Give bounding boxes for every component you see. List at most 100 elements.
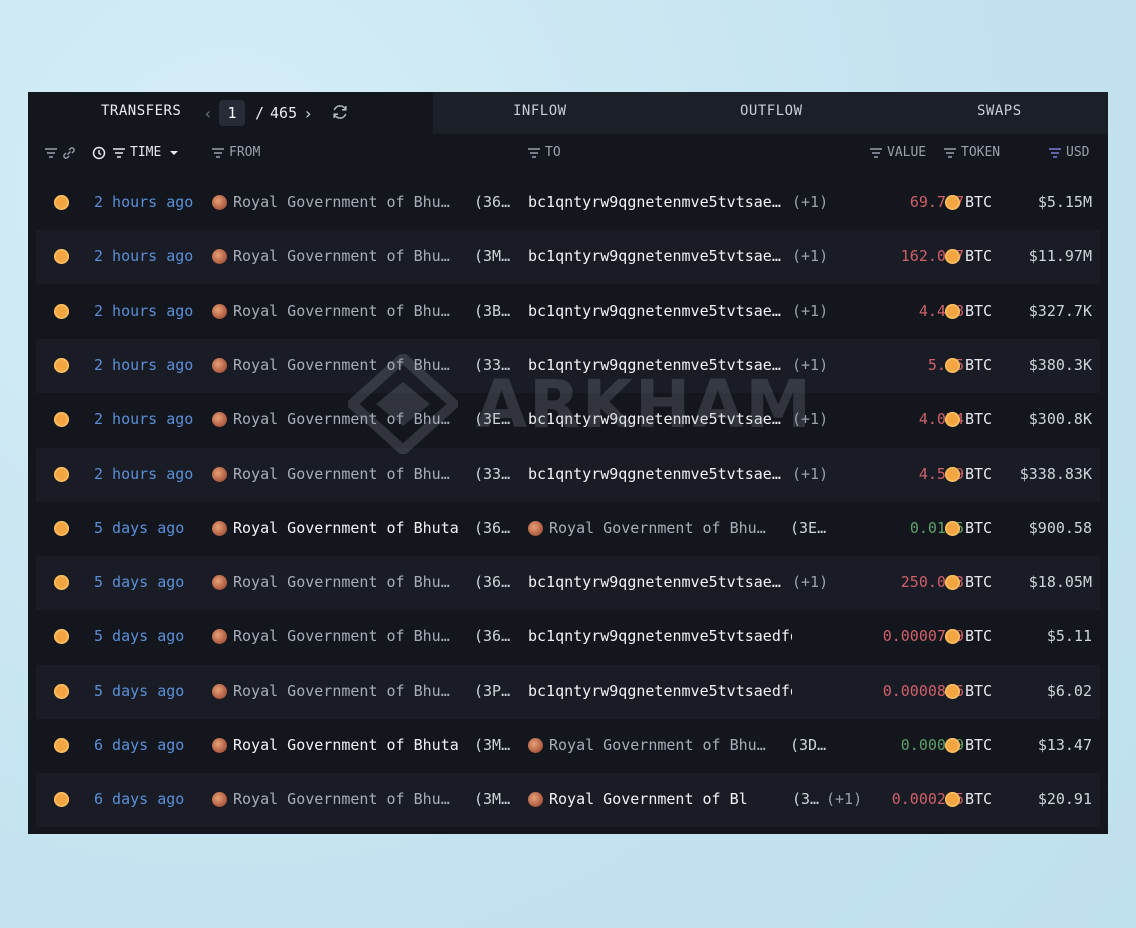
row-to-plus[interactable]: (+1)	[792, 556, 828, 610]
table-row[interactable]: 2 hours ago Royal Government of Bhu… (33… b…	[36, 338, 1100, 393]
row-from-address[interactable]: (3M…	[474, 719, 518, 773]
row-to-plus[interactable]: (+1)	[826, 773, 862, 827]
table-row[interactable]: 6 days ago Royal Government of Bhuta (3M… R…	[36, 719, 1100, 773]
row-to-address[interactable]: bc1qntyrw9qgnetenmve5tvtsae…	[528, 230, 792, 284]
row-to-address[interactable]: (3E…	[790, 502, 834, 556]
row-token[interactable]: BTC	[965, 285, 992, 339]
row-from-address[interactable]: (36…	[474, 176, 518, 230]
row-to-plus[interactable]: (+1)	[792, 393, 828, 447]
row-from-address[interactable]: (3M…	[474, 230, 518, 284]
row-time-link[interactable]: 5 days ago	[94, 502, 184, 556]
row-from-address[interactable]: (33…	[474, 339, 518, 393]
row-time-link[interactable]: 6 days ago	[94, 719, 184, 773]
row-to-address[interactable]: bc1qntyrw9qgnetenmve5tvtsaedfqr…	[528, 610, 792, 664]
header-to[interactable]: TO	[527, 134, 561, 172]
entity-avatar-icon	[212, 629, 227, 645]
row-time-link[interactable]: 2 hours ago	[94, 448, 193, 502]
row-to-address[interactable]: (3…	[792, 773, 822, 827]
row-token[interactable]: BTC	[965, 502, 992, 556]
row-from-address[interactable]: (3B…	[474, 285, 518, 339]
row-to-entity[interactable]: Royal Government of Bhu…	[549, 502, 777, 556]
row-token[interactable]: BTC	[965, 665, 992, 719]
row-token[interactable]: BTC	[965, 610, 992, 664]
row-from-entity[interactable]: Royal Government of Bhu…	[233, 230, 461, 284]
row-token[interactable]: BTC	[965, 339, 992, 393]
table-row[interactable]: 2 hours ago Royal Government of Bhu… (3M… b…	[36, 230, 1100, 285]
row-to-address[interactable]: bc1qntyrw9qgnetenmve5tvtsae…	[528, 448, 792, 502]
row-to-address[interactable]: bc1qntyrw9qgnetenmve5tvtsaedfqr…	[528, 665, 792, 719]
table-row[interactable]: 2 hours ago Royal Government of Bhu… (33… b…	[36, 447, 1100, 502]
row-to-address[interactable]: bc1qntyrw9qgnetenmve5tvtsae…	[528, 339, 792, 393]
header-usd[interactable]: USD	[1048, 134, 1089, 172]
row-time-link[interactable]: 2 hours ago	[94, 393, 193, 447]
row-to-address[interactable]: bc1qntyrw9qgnetenmve5tvtsae…	[528, 176, 792, 230]
chevron-right-icon[interactable]: ›	[301, 104, 315, 123]
tab-swaps[interactable]: SWAPS	[977, 92, 1022, 134]
header-chain-filter[interactable]	[44, 134, 76, 172]
tab-inflow[interactable]: INFLOW	[513, 92, 567, 134]
row-from-entity[interactable]: Royal Government of Bhu…	[233, 773, 461, 827]
row-to-entity[interactable]: Royal Government of Bl	[549, 773, 777, 827]
row-to-plus[interactable]: (+1)	[792, 448, 828, 502]
table-row[interactable]: 2 hours ago Royal Government of Bhu… (36… b…	[36, 176, 1100, 230]
tab-transfers[interactable]: TRANSFERS ‹ 1 / 465 ›	[28, 92, 433, 134]
row-to-address[interactable]: bc1qntyrw9qgnetenmve5tvtsae…	[528, 393, 792, 447]
table-row[interactable]: 5 days ago Royal Government of Bhuta (36… R…	[36, 502, 1100, 556]
row-time-link[interactable]: 2 hours ago	[94, 176, 193, 230]
row-to-address[interactable]: (3D…	[790, 719, 834, 773]
header-token[interactable]: TOKEN	[943, 134, 1000, 172]
header-from[interactable]: FROM	[211, 134, 260, 172]
row-from-entity[interactable]: Royal Government of Bhu…	[233, 285, 461, 339]
row-to-plus[interactable]: (+1)	[792, 285, 828, 339]
row-to-plus[interactable]: (+1)	[792, 176, 828, 230]
row-to-address[interactable]: bc1qntyrw9qgnetenmve5tvtsae…	[528, 285, 792, 339]
row-from-address[interactable]: (3M…	[474, 773, 518, 827]
header-time[interactable]: TIME	[92, 134, 179, 172]
row-from-address[interactable]: (3P…	[474, 665, 518, 719]
row-token[interactable]: BTC	[965, 719, 992, 773]
table-row[interactable]: 2 hours ago Royal Government of Bhu… (3B… b…	[36, 285, 1100, 339]
tab-outflow[interactable]: OUTFLOW	[740, 92, 803, 134]
row-time-link[interactable]: 6 days ago	[94, 773, 184, 827]
row-from-entity[interactable]: Royal Government of Bhu…	[233, 339, 461, 393]
row-from-entity[interactable]: Royal Government of Bhu…	[233, 448, 461, 502]
table-row[interactable]: 5 days ago Royal Government of Bhu… (36… bc…	[36, 610, 1100, 664]
row-token[interactable]: BTC	[965, 176, 992, 230]
row-from-address[interactable]: (3E…	[474, 393, 518, 447]
table-row[interactable]: 2 hours ago Royal Government of Bhu… (3E… b…	[36, 393, 1100, 447]
row-token[interactable]: BTC	[965, 230, 992, 284]
refresh-icon[interactable]	[331, 103, 349, 121]
row-to-plus[interactable]: (+1)	[792, 230, 828, 284]
row-from-entity[interactable]: Royal Government of Bhu…	[233, 176, 461, 230]
row-time-link[interactable]: 2 hours ago	[94, 230, 193, 284]
chevron-left-icon[interactable]: ‹	[201, 104, 215, 123]
row-from-entity[interactable]: Royal Government of Bhuta	[233, 502, 461, 556]
row-from-entity[interactable]: Royal Government of Bhu…	[233, 610, 461, 664]
table-row[interactable]: 6 days ago Royal Government of Bhu… (3M… Ro…	[36, 773, 1100, 828]
row-to-entity[interactable]: Royal Government of Bhu…	[549, 719, 777, 773]
row-from-address[interactable]: (33…	[474, 448, 518, 502]
row-from-entity[interactable]: Royal Government of Bhuta	[233, 719, 461, 773]
row-to-address[interactable]: bc1qntyrw9qgnetenmve5tvtsae…	[528, 556, 792, 610]
row-from-address[interactable]: (36…	[474, 556, 518, 610]
row-from-entity[interactable]: Royal Government of Bhu…	[233, 556, 461, 610]
row-token[interactable]: BTC	[965, 393, 992, 447]
row-from-entity[interactable]: Royal Government of Bhu…	[233, 665, 461, 719]
row-from-address[interactable]: (36…	[474, 502, 518, 556]
row-time-link[interactable]: 5 days ago	[94, 610, 184, 664]
row-token[interactable]: BTC	[965, 448, 992, 502]
row-usd: $300.8K	[1028, 410, 1092, 429]
row-time-link[interactable]: 5 days ago	[94, 665, 184, 719]
row-token[interactable]: BTC	[965, 556, 992, 610]
row-token[interactable]: BTC	[965, 773, 992, 827]
row-time-link[interactable]: 2 hours ago	[94, 285, 193, 339]
row-time-link[interactable]: 5 days ago	[94, 556, 184, 610]
current-page-input[interactable]: 1	[219, 100, 245, 126]
table-row[interactable]: 5 days ago Royal Government of Bhu… (36… bc…	[36, 556, 1100, 611]
row-from-address[interactable]: (36…	[474, 610, 518, 664]
row-time-link[interactable]: 2 hours ago	[94, 339, 193, 393]
header-value[interactable]: VALUE	[869, 134, 926, 172]
table-row[interactable]: 5 days ago Royal Government of Bhu… (3P… bc…	[36, 664, 1100, 719]
row-to-plus[interactable]: (+1)	[792, 339, 828, 393]
row-from-entity[interactable]: Royal Government of Bhu…	[233, 393, 461, 447]
